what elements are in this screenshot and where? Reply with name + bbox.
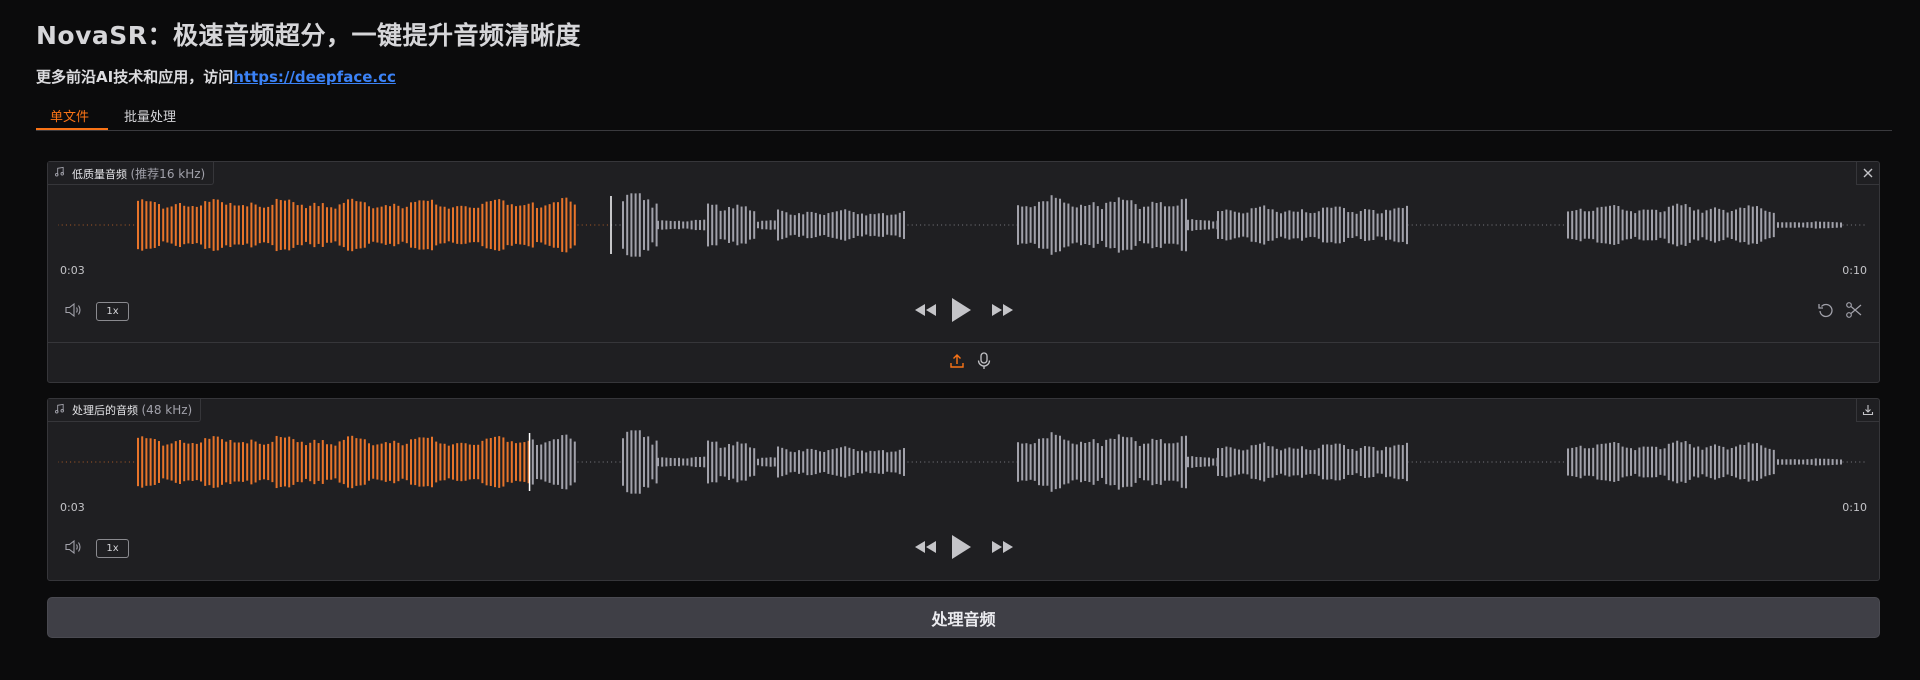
output-duration: 0:10 [1842, 501, 1867, 514]
download-icon [1862, 401, 1874, 420]
source-divider [48, 342, 1879, 343]
output-audio-panel: 处理后的音频 (48 kHz) 0:03 0:10 1x [47, 398, 1880, 581]
output-audio-label: 处理后的音频 (48 kHz) [48, 399, 202, 422]
music-note-icon [54, 403, 65, 417]
rewind-icon[interactable] [914, 300, 938, 320]
volume-icon[interactable] [64, 537, 84, 557]
output-controls: 1x [48, 530, 1879, 564]
tab-batch[interactable]: 批量处理 [124, 106, 176, 125]
clear-audio-button[interactable] [1856, 162, 1879, 185]
music-note-icon [54, 166, 65, 180]
input-current-time: 0:03 [60, 264, 85, 277]
active-tab-indicator [36, 128, 108, 130]
tab-bar: 单文件 批量处理 [36, 100, 1892, 131]
scissors-icon[interactable] [1845, 301, 1863, 319]
output-current-time: 0:03 [60, 501, 85, 514]
play-icon[interactable] [948, 296, 974, 324]
microphone-icon[interactable] [975, 352, 993, 370]
playback-speed-button[interactable]: 1x [96, 302, 129, 321]
input-controls: 1x [48, 293, 1879, 327]
fast-forward-icon[interactable] [990, 300, 1014, 320]
input-audio-panel: 低质量音频 (推荐16 kHz) 0:03 0:10 1x [47, 161, 1880, 383]
play-icon[interactable] [948, 533, 974, 561]
input-audio-label: 低质量音频 (推荐16 kHz) [48, 162, 215, 185]
download-button[interactable] [1856, 399, 1879, 422]
input-waveform[interactable] [58, 190, 1868, 260]
subtitle-text: 更多前沿AI技术和应用，访问 [36, 68, 234, 86]
rewind-icon[interactable] [914, 537, 938, 557]
fast-forward-icon[interactable] [990, 537, 1014, 557]
input-audio-label-note: (推荐16 kHz) [130, 166, 206, 181]
page-subtitle: 更多前沿AI技术和应用，访问https://deepface.cc [36, 66, 396, 87]
deepface-link[interactable]: https://deepface.cc [233, 68, 396, 86]
page-title: NovaSR：极速音频超分，一键提升音频清晰度 [36, 21, 582, 50]
close-icon [1862, 164, 1874, 183]
output-waveform[interactable] [58, 427, 1868, 497]
output-audio-label-text: 处理后的音频 [72, 404, 138, 417]
undo-icon[interactable] [1817, 301, 1835, 319]
tab-single-file[interactable]: 单文件 [50, 106, 89, 125]
playback-speed-button[interactable]: 1x [96, 539, 129, 558]
input-duration: 0:10 [1842, 264, 1867, 277]
process-audio-button[interactable]: 处理音频 [47, 597, 1880, 638]
input-audio-label-text: 低质量音频 [72, 167, 127, 181]
upload-icon[interactable] [948, 352, 966, 370]
output-audio-label-note: (48 kHz) [141, 403, 193, 417]
volume-icon[interactable] [64, 300, 84, 320]
app-page: NovaSR：极速音频超分，一键提升音频清晰度 更多前沿AI技术和应用，访问ht… [0, 0, 1920, 680]
